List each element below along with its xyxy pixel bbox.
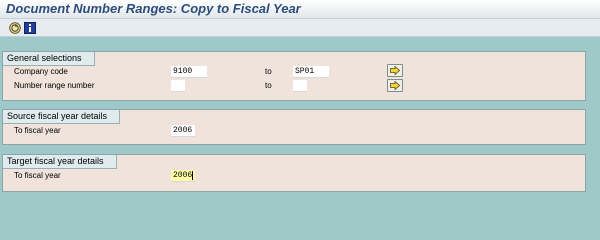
source-fiscal-year-header: Source fiscal year details	[3, 110, 121, 124]
text-cursor	[192, 171, 193, 180]
company-code-to-input[interactable]: SP01	[293, 66, 329, 78]
number-range-label: Number range number	[14, 81, 95, 90]
execute-icon[interactable]	[9, 22, 21, 34]
company-code-multiple-selection-button[interactable]	[387, 64, 403, 77]
target-to-fiscal-year-label: To fiscal year	[14, 171, 61, 180]
information-icon[interactable]	[24, 22, 36, 34]
target-fiscal-year-header: Target fiscal year details	[3, 155, 117, 169]
general-selections-header: General selections	[3, 52, 95, 66]
company-code-from-input[interactable]: 9100	[171, 66, 207, 78]
target-to-fiscal-year-input[interactable]: 2006	[171, 170, 195, 182]
application-toolbar	[0, 19, 600, 37]
source-to-fiscal-year-label: To fiscal year	[14, 126, 61, 135]
title-bar: Document Number Ranges: Copy to Fiscal Y…	[0, 0, 600, 19]
number-range-multiple-selection-button[interactable]	[387, 79, 403, 92]
number-range-to-input[interactable]	[293, 80, 307, 92]
target-fiscal-year-group: Target fiscal year details To fiscal yea…	[2, 154, 586, 192]
number-range-to-label: to	[265, 81, 272, 90]
company-code-to-label: to	[265, 67, 272, 76]
source-fiscal-year-group: Source fiscal year details To fiscal yea…	[2, 109, 586, 145]
general-selections-group: General selections Company code 9100 to …	[2, 51, 586, 101]
page-title: Document Number Ranges: Copy to Fiscal Y…	[6, 1, 301, 16]
company-code-label: Company code	[14, 67, 68, 76]
source-to-fiscal-year-input[interactable]: 2006	[171, 125, 195, 137]
target-to-fiscal-year-value: 2006	[173, 171, 193, 180]
number-range-from-input[interactable]	[171, 80, 185, 92]
